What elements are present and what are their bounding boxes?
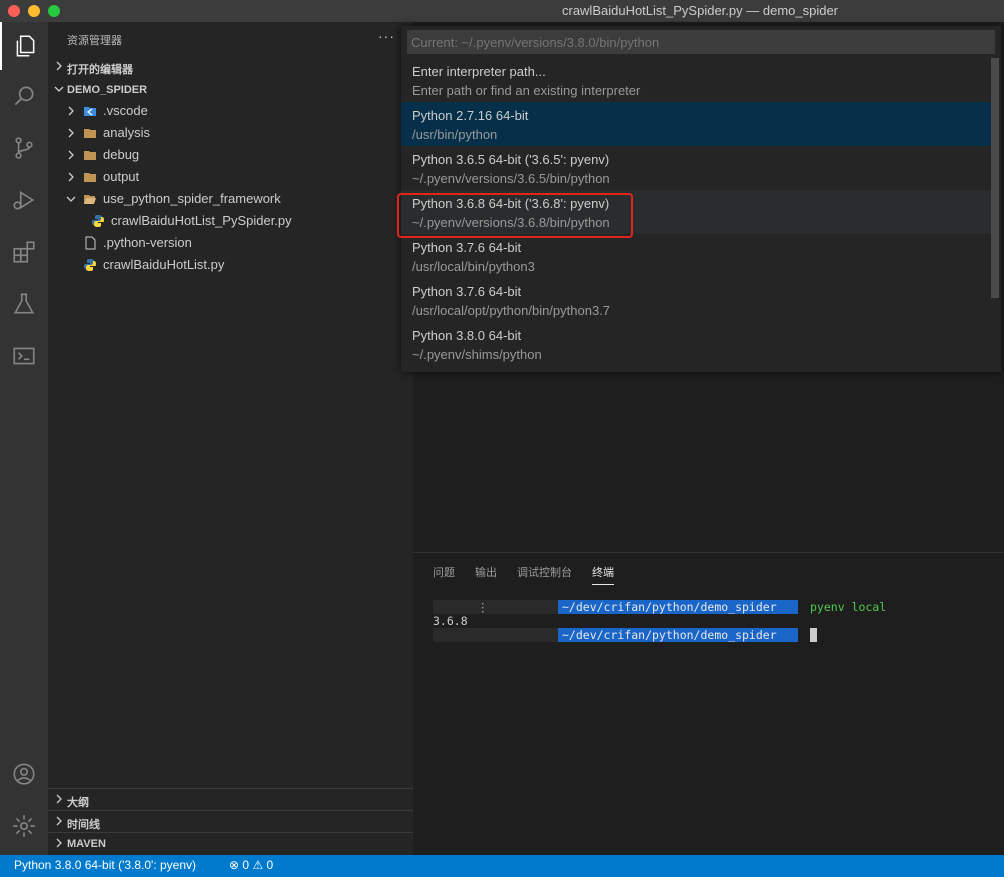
file-icon — [85, 236, 96, 250]
chevron-down-icon — [54, 86, 64, 92]
account-icon[interactable] — [0, 750, 48, 798]
quick-pick-scrollbar[interactable] — [991, 58, 999, 298]
outline-section[interactable]: 大纲 — [48, 788, 413, 810]
timeline-section[interactable]: 时间线 — [48, 810, 413, 832]
quick-pick-item-python-380[interactable]: Python 3.8.0 64-bit ~/.pyenv/shims/pytho… — [401, 322, 991, 366]
terminal-command: pyenv local — [810, 600, 887, 614]
terminal-icon[interactable] — [0, 332, 48, 380]
terminal-prompt-marker: ⋮ — [477, 600, 489, 614]
python-file-icon — [84, 259, 96, 271]
source-control-icon[interactable] — [0, 124, 48, 172]
quick-pick-item-python-2716[interactable]: Python 2.7.16 64-bit /usr/bin/python — [401, 102, 991, 146]
close-window-button[interactable] — [8, 5, 20, 17]
problems-status[interactable]: ⊗ 0 ⚠ 0 — [229, 858, 273, 872]
chevron-right-icon — [68, 128, 74, 138]
chevron-right-icon — [56, 816, 62, 826]
folder-icon — [84, 151, 96, 160]
chevron-right-icon — [68, 172, 74, 182]
tree-item-analysis[interactable]: analysis — [48, 122, 413, 144]
interpreter-search-input[interactable] — [407, 30, 995, 54]
terminal-cursor[interactable] — [810, 628, 817, 642]
chevron-right-icon — [68, 150, 74, 160]
vscode-folder-icon — [84, 107, 96, 116]
tab-output[interactable]: 输出 — [475, 564, 497, 580]
quick-pick-item-python-376-opt[interactable]: Python 3.7.6 64-bit /usr/local/opt/pytho… — [401, 278, 991, 322]
chevron-right-icon — [56, 838, 62, 848]
folder-icon — [84, 173, 96, 182]
status-bar: Python 3.8.0 64-bit ('3.8.0': pyenv) ⊗ 0… — [0, 855, 1004, 877]
folder-icon — [84, 129, 96, 138]
testing-flask-icon[interactable] — [0, 280, 48, 328]
tree-item-python-version[interactable]: .python-version — [48, 232, 413, 254]
tree-item-crawl-baidu-hotlist[interactable]: crawlBaiduHotList.py — [48, 254, 413, 276]
explorer-header: 资源管理器 — [67, 35, 122, 47]
activity-bar — [0, 22, 48, 855]
open-editors-section[interactable]: 打开的编辑器 — [48, 56, 413, 78]
window-title: crawlBaiduHotList_PySpider.py — demo_spi… — [561, 3, 839, 18]
workspace-section[interactable]: DEMO_SPIDER — [48, 79, 413, 101]
quick-pick-item-python-376-local[interactable]: Python 3.7.6 64-bit /usr/local/bin/pytho… — [401, 234, 991, 278]
quick-pick-item-enter-path[interactable]: Enter interpreter path... Enter path or … — [401, 58, 991, 102]
terminal-path-1: ~/dev/crifan/python/demo_spider — [558, 600, 798, 614]
bottom-panel: 问题 输出 调试控制台 终端 ⋮ ~/dev/crifan/python/dem… — [413, 552, 1004, 855]
python-interpreter-status[interactable]: Python 3.8.0 64-bit ('3.8.0': pyenv) — [14, 858, 196, 872]
tree-item-vscode[interactable]: .vscode — [48, 100, 413, 122]
terminal-prompt-block — [433, 600, 558, 614]
chevron-right-icon — [68, 106, 74, 116]
run-debug-icon[interactable] — [0, 176, 48, 224]
terminal-prompt-block — [433, 628, 558, 642]
minimize-window-button[interactable] — [28, 5, 40, 17]
search-icon[interactable] — [0, 72, 48, 120]
tree-item-crawl-baidu-hotlist-pyspider[interactable]: crawlBaiduHotList_PySpider.py — [48, 210, 413, 232]
terminal-output: 3.6.8 — [433, 614, 468, 628]
chevron-right-icon — [56, 61, 62, 71]
terminal-path-2: ~/dev/crifan/python/demo_spider — [558, 628, 798, 642]
zoom-window-button[interactable] — [48, 5, 60, 17]
chevron-right-icon — [56, 794, 62, 804]
warning-icon: ⚠ — [252, 858, 264, 872]
folder-open-icon — [84, 195, 96, 204]
tab-problems[interactable]: 问题 — [433, 564, 455, 580]
settings-gear-icon[interactable] — [0, 802, 48, 850]
title-bar: crawlBaiduHotList_PySpider.py — demo_spi… — [0, 0, 1004, 22]
tree-item-use-python-spider-framework[interactable]: use_python_spider_framework — [48, 188, 413, 210]
python-file-icon — [92, 215, 104, 227]
explorer-icon[interactable] — [0, 22, 48, 70]
tab-debug-console[interactable]: 调试控制台 — [517, 564, 572, 580]
explorer-sidebar: 资源管理器 ··· 打开的编辑器 DEMO_SPIDER .vscode ana… — [48, 22, 413, 855]
maven-section[interactable]: MAVEN — [48, 832, 413, 854]
error-icon: ⊗ — [229, 858, 240, 872]
more-actions-icon[interactable]: ··· — [378, 28, 395, 44]
highlight-annotation-box — [397, 193, 633, 238]
tree-item-output[interactable]: output — [48, 166, 413, 188]
extensions-icon[interactable] — [0, 228, 48, 276]
chevron-down-icon — [66, 196, 76, 202]
tab-terminal[interactable]: 终端 — [592, 564, 614, 585]
tree-item-debug[interactable]: debug — [48, 144, 413, 166]
quick-pick-item-python-365[interactable]: Python 3.6.5 64-bit ('3.6.5': pyenv) ~/.… — [401, 146, 991, 190]
